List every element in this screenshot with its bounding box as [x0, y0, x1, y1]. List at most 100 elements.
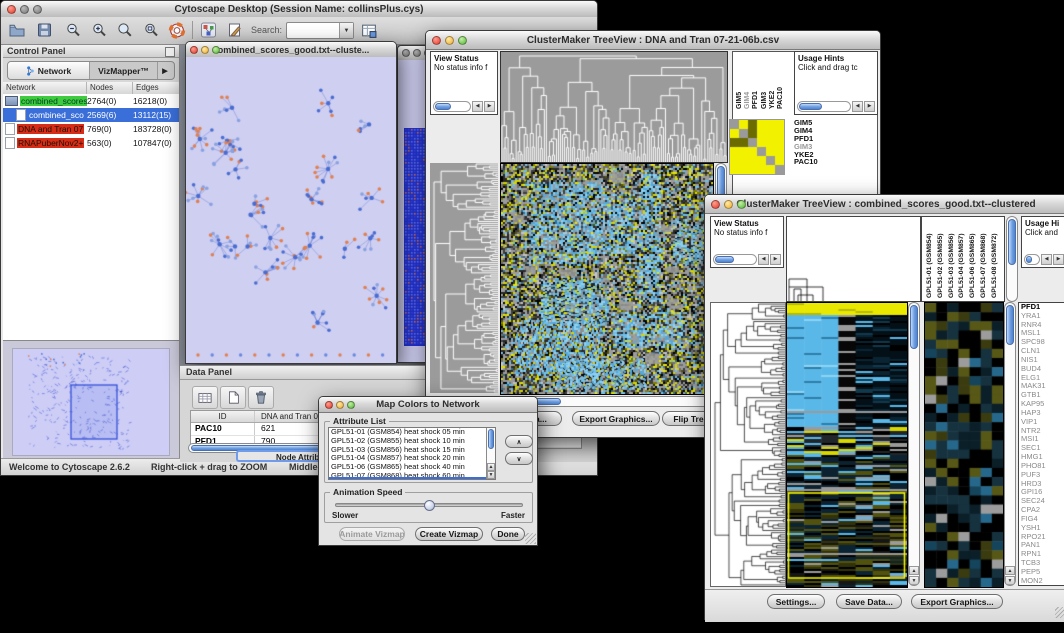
zoom-fit-button[interactable] [139, 19, 163, 41]
tab-network[interactable]: Network [8, 62, 90, 79]
search-input[interactable]: ▼ [286, 22, 354, 39]
tab-overflow-icon[interactable]: ▶ [158, 62, 172, 79]
zoom-window-icon[interactable] [458, 36, 467, 45]
treeview1-titlebar[interactable]: ClusterMaker TreeView : DNA and Tran 07-… [426, 31, 880, 50]
done-button[interactable]: Done [491, 527, 525, 541]
annotation-button[interactable] [222, 19, 246, 41]
network-list-row[interactable]: combined_sco2569(6)13112(15) [3, 108, 179, 122]
main-titlebar[interactable]: Cytoscape Desktop (Session Name: collins… [1, 1, 597, 18]
close-icon[interactable] [402, 49, 410, 57]
nodes-count: 2764(0) [87, 96, 133, 106]
gene-label: NTR2 [1021, 427, 1064, 436]
scroll-right-icon[interactable]: ▶ [864, 101, 875, 112]
minimize-icon[interactable] [445, 36, 454, 45]
scroll-left-icon[interactable]: ◀ [758, 254, 769, 265]
network-list-row[interactable]: RNAPuberNov2+563(0)107847(0) [3, 136, 179, 150]
minimize-icon[interactable] [201, 46, 209, 54]
scroll-up-icon[interactable]: ▲ [487, 463, 495, 471]
vizmapper-button[interactable] [196, 19, 220, 41]
help-button[interactable] [165, 19, 189, 41]
animation-speed-group: Animation Speed Slower Faster [324, 492, 533, 523]
close-icon[interactable] [711, 200, 720, 209]
resize-grip[interactable] [525, 533, 536, 544]
settings-button[interactable]: Settings... [767, 594, 825, 609]
zoom-vscrollbar[interactable]: ▲ ▼ [1004, 302, 1016, 586]
scroll-up-icon[interactable]: ▲ [909, 566, 919, 575]
gene-label: SEC1 [1021, 444, 1064, 453]
float-panel-icon[interactable] [165, 47, 175, 57]
export-graphics-button[interactable]: Export Graphics... [911, 594, 1003, 609]
attribute-select-button[interactable] [192, 386, 218, 409]
scroll-left-icon[interactable]: ◀ [852, 101, 863, 112]
move-up-button[interactable]: ∧ [505, 435, 533, 448]
scroll-right-icon[interactable]: ▶ [770, 254, 781, 265]
close-icon[interactable] [7, 5, 16, 14]
heatmap-vscrollbar[interactable]: ▲ ▼ [908, 302, 920, 586]
global-heatmap-canvas[interactable] [786, 302, 908, 588]
treeview2-titlebar[interactable]: ClusterMaker TreeView : combined_scores_… [705, 195, 1064, 214]
slider-thumb[interactable] [424, 500, 435, 511]
zoom-window-icon[interactable] [212, 46, 220, 54]
list-vscrollbar[interactable]: ▲ ▼ [486, 428, 495, 479]
column-dendrogram-canvas[interactable] [500, 51, 728, 163]
create-vizmap-button[interactable]: Create Vizmap [415, 527, 483, 541]
close-icon[interactable] [432, 36, 441, 45]
dialog-titlebar[interactable]: Map Colors to Network [319, 397, 537, 413]
usage-hints-scrollbar[interactable]: ◀▶ [1024, 254, 1064, 265]
zoom-heatmap-canvas[interactable] [924, 302, 1004, 588]
view-status-scrollbar[interactable]: ◀▶ [713, 254, 781, 265]
network-list-row[interactable]: combined_scores2764(0)16218(0) [3, 94, 179, 108]
scroll-down-icon[interactable]: ▼ [487, 471, 495, 479]
scroll-right-icon[interactable]: ▶ [484, 101, 495, 112]
create-attribute-button[interactable] [220, 386, 246, 409]
column-label: PAC10 [777, 57, 784, 109]
zoom-selected-button[interactable] [113, 19, 137, 41]
move-down-button[interactable]: ∨ [505, 452, 533, 465]
open-session-button[interactable] [5, 19, 29, 41]
minimize-icon[interactable] [336, 401, 344, 409]
scroll-down-icon[interactable]: ▼ [1005, 576, 1015, 585]
gene-label: SPC98 [1021, 338, 1064, 347]
search-dropdown-icon[interactable]: ▼ [339, 23, 353, 38]
save-data-button[interactable]: Save Data... [836, 594, 902, 609]
usage-hints-scrollbar[interactable]: ◀▶ [797, 101, 875, 112]
row-dendrogram-canvas[interactable] [710, 302, 786, 587]
export-graphics-button[interactable]: Export Graphics... [572, 411, 660, 426]
scroll-left-icon[interactable]: ◀ [472, 101, 483, 112]
tab-vizmapper[interactable]: VizMapper™ [90, 62, 158, 79]
network-overview-canvas[interactable] [12, 348, 170, 456]
zoom-matrix-labels: GIM5GIM4PFD1GIM3YKE2PAC10 [794, 119, 878, 175]
scroll-left-icon[interactable]: ◀ [1041, 254, 1052, 265]
zoom-out-button[interactable] [61, 19, 85, 41]
scroll-down-icon[interactable]: ▼ [909, 576, 919, 585]
network-list-row[interactable]: DNA and Tran 07769(0)183728(0) [3, 122, 179, 136]
zoom-window-icon[interactable] [347, 401, 355, 409]
resize-grip[interactable] [1055, 607, 1064, 618]
close-icon[interactable] [190, 46, 198, 54]
zoom-in-button[interactable] [87, 19, 111, 41]
zoom-matrix-canvas[interactable] [729, 119, 785, 175]
network-titlebar[interactable]: combined_scores_good.txt--cluste... [186, 42, 396, 58]
view-status-scrollbar[interactable]: ◀▶ [433, 101, 495, 112]
global-heatmap-canvas[interactable] [500, 163, 714, 395]
minimize-icon[interactable] [724, 200, 733, 209]
save-session-button[interactable] [32, 19, 56, 41]
minimize-icon[interactable] [20, 5, 29, 14]
import-button[interactable] [357, 19, 381, 41]
network-graph-canvas[interactable] [186, 57, 396, 363]
attribute-listbox[interactable]: GPL51-01 (GSM854) heat shock 05 minGPL51… [328, 427, 496, 480]
zoom-window-icon[interactable] [33, 5, 42, 14]
animate-vizmap-button[interactable]: Animate Vizmap [339, 527, 405, 541]
column-dendrogram-canvas[interactable] [786, 216, 921, 302]
row-dendrogram-canvas[interactable] [430, 163, 498, 393]
zoom-window-icon[interactable] [737, 200, 746, 209]
close-icon[interactable] [325, 401, 333, 409]
minimize-icon[interactable] [413, 49, 421, 57]
window-controls[interactable] [7, 5, 42, 14]
column-labels-vscrollbar[interactable] [1006, 216, 1018, 302]
scroll-up-icon[interactable]: ▲ [1005, 566, 1015, 575]
animation-speed-slider[interactable] [335, 503, 523, 507]
scroll-right-icon[interactable]: ▶ [1053, 254, 1064, 265]
treeview2-title: ClusterMaker TreeView : combined_scores_… [729, 199, 1043, 210]
delete-attribute-button[interactable] [248, 386, 274, 409]
